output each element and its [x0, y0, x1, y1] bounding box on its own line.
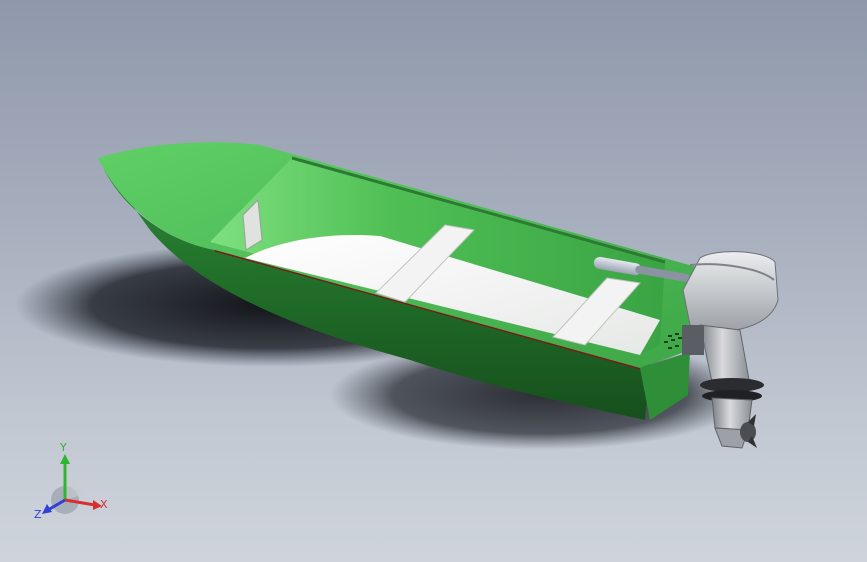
z-axis-label: Z — [34, 508, 42, 521]
boat-model[interactable] — [0, 0, 867, 562]
triad-plane — [65, 472, 85, 500]
y-axis-arrow — [60, 454, 70, 464]
orientation-triad[interactable]: Y X Z — [30, 442, 120, 532]
x-axis-label: X — [100, 498, 108, 511]
y-axis-label: Y — [59, 442, 67, 454]
graphics-viewport[interactable]: Y X Z — [0, 0, 867, 562]
